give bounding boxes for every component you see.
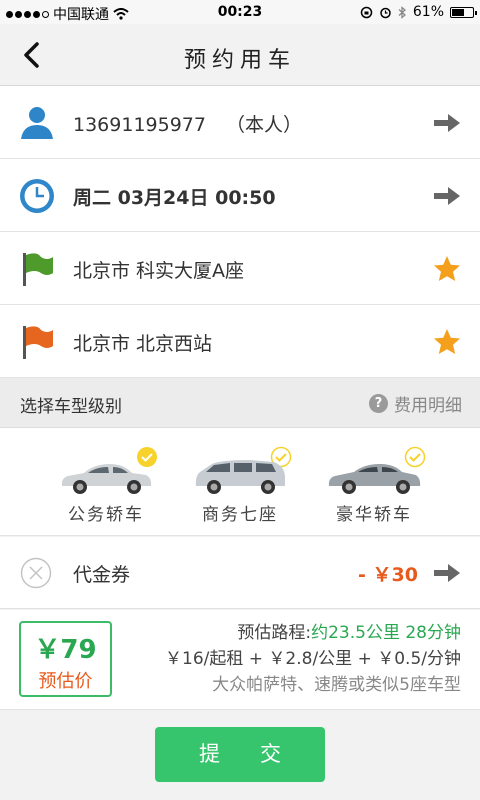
question-icon: ?: [369, 394, 388, 413]
vehicle-section-label: 选择车型级别: [20, 397, 122, 417]
car-type-name: 豪华轿车: [336, 505, 412, 525]
coupon-label: 代金券: [73, 564, 131, 586]
arrow-right-icon: [434, 114, 460, 132]
estimated-price: ￥79: [34, 635, 97, 665]
star-icon[interactable]: [432, 254, 462, 284]
route-prefix: 预估路程:: [237, 623, 312, 643]
start-location-row[interactable]: 北京市 科实大厦A座: [0, 232, 480, 305]
car-type-option[interactable]: 豪华轿车: [314, 446, 434, 532]
page-title: 预约用车: [183, 48, 296, 73]
status-bar: 中国联通 00:23 61%: [0, 0, 480, 24]
status-right: 61%: [360, 4, 477, 20]
destination-location: 北京市 北京西站: [73, 333, 213, 355]
person-icon: [21, 107, 53, 139]
submit-button[interactable]: 提交: [155, 727, 325, 782]
fee-detail-label: 费用明细: [394, 396, 462, 416]
minivan-icon: [195, 460, 285, 494]
estimated-price-box: ￥79 预估价: [19, 621, 112, 697]
car-type-option[interactable]: 商务七座: [180, 446, 300, 532]
battery-icon: [450, 6, 477, 18]
orange-flag-icon: [23, 326, 53, 359]
route-estimate: 预估路程:约23.5公里 28分钟: [165, 620, 461, 646]
fare-estimate: ￥79 预估价 预估路程:约23.5公里 28分钟 ￥16/起租 + ￥2.8/…: [0, 610, 480, 710]
arrow-right-icon: [434, 564, 460, 582]
bluetooth-icon: [398, 5, 406, 19]
route-value: 约23.5公里 28分钟: [311, 623, 461, 643]
passenger-note: （本人）: [226, 114, 303, 136]
passenger-phone: 13691195977: [73, 114, 206, 136]
car-type-option[interactable]: 公务轿车: [46, 446, 166, 532]
passenger-row[interactable]: 13691195977 （本人）: [0, 86, 480, 159]
destination-row[interactable]: 北京市 北京西站: [0, 305, 480, 378]
fee-detail-link[interactable]: ? 费用明细: [369, 391, 462, 416]
rotation-lock-icon: [360, 6, 373, 18]
clock-icon: [20, 179, 54, 213]
car-type-name: 商务七座: [202, 505, 278, 525]
green-flag-icon: [23, 253, 53, 286]
car-type-selector: 公务轿车 商务七座 豪华轿车: [0, 428, 480, 536]
schedule-row[interactable]: 周二 03月24日 00:50: [0, 159, 480, 232]
alarm-icon: [380, 7, 391, 18]
car-type-name: 公务轿车: [68, 505, 144, 525]
close-circle-icon: [20, 557, 52, 589]
estimate-details: 预估路程:约23.5公里 28分钟 ￥16/起租 + ￥2.8/公里 + ￥0.…: [165, 620, 461, 698]
nav-header: 预约用车: [0, 24, 480, 86]
start-location: 北京市 科实大厦A座: [73, 260, 245, 282]
arrow-right-icon: [434, 187, 460, 205]
estimated-price-label: 预估价: [38, 671, 93, 692]
luxury-sedan-icon: [328, 464, 421, 494]
vehicle-section-header: 选择车型级别 ? 费用明细: [0, 378, 480, 428]
star-icon[interactable]: [432, 327, 462, 357]
schedule-time: 周二 03月24日 00:50: [73, 187, 276, 209]
sedan-icon: [61, 464, 152, 494]
coupon-amount: - ￥30: [358, 564, 418, 586]
passenger-info: 13691195977 （本人）: [73, 110, 302, 137]
car-models: 大众帕萨特、速腾或类似5座车型: [212, 675, 461, 695]
battery-percent: 61%: [412, 4, 444, 20]
pricing-rule: ￥16/起租 + ￥2.8/公里 + ￥0.5/分钟: [165, 649, 461, 669]
coupon-row[interactable]: 代金券 - ￥30: [0, 537, 480, 609]
